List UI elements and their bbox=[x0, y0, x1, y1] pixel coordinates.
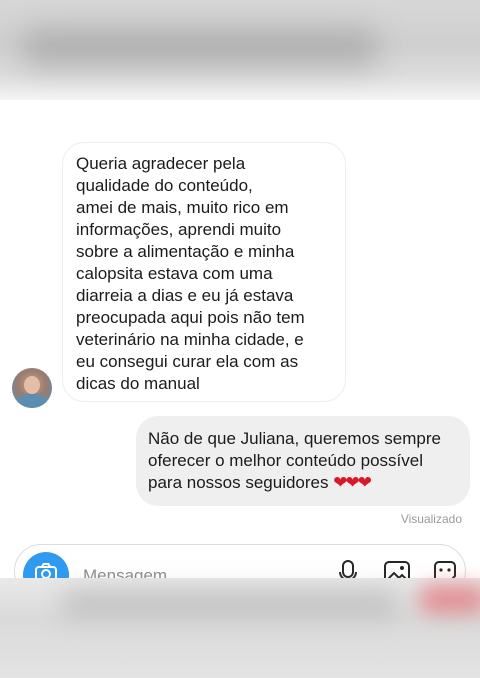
composer-bar bbox=[14, 544, 466, 578]
message-line: calopsita estava com uma bbox=[76, 264, 273, 283]
sticker-icon[interactable] bbox=[431, 559, 459, 578]
microphone-icon[interactable] bbox=[337, 559, 359, 578]
sent-message-bubble[interactable]: Não de que Juliana, queremos sempre ofer… bbox=[136, 416, 470, 506]
footer-blur-smudge bbox=[60, 588, 400, 618]
message-line: informações, aprendi muito bbox=[76, 220, 282, 239]
camera-button[interactable] bbox=[23, 552, 69, 578]
message-line: qualidade do conteúdo, bbox=[76, 176, 253, 195]
avatar-shirt bbox=[16, 394, 48, 408]
image-icon[interactable] bbox=[383, 559, 411, 578]
message-line: diarreia a dias e eu já estava bbox=[76, 286, 294, 305]
message-line: oferecer o melhor conteúdo possível bbox=[148, 451, 423, 470]
message-line: eu consegui curar ela com as bbox=[76, 352, 299, 371]
message-line: sobre a alimentação e minha bbox=[76, 242, 295, 261]
message-line: Não de que Juliana, queremos sempre bbox=[148, 429, 441, 448]
message-line: veterinário na minha cidade, e bbox=[76, 330, 304, 349]
message-line: dicas do manual bbox=[76, 374, 200, 393]
message-line: Queria agradecer pela bbox=[76, 154, 246, 173]
avatar-face bbox=[24, 376, 40, 394]
message-line: preocupada aqui pois não tem bbox=[76, 308, 305, 327]
message-composer bbox=[14, 544, 466, 578]
camera-icon bbox=[35, 563, 57, 578]
message-input[interactable] bbox=[83, 565, 303, 578]
heart-emoji: ❤❤❤ bbox=[333, 473, 372, 492]
message-text: para nossos seguidores bbox=[148, 473, 329, 492]
seen-status: Visualizado bbox=[400, 512, 462, 526]
blurred-footer bbox=[0, 578, 480, 678]
blurred-header bbox=[0, 0, 480, 100]
message-line-with-emoji: para nossos seguidores ❤❤❤ bbox=[148, 472, 458, 494]
received-message-bubble[interactable]: Queria agradecer pela qualidade do conte… bbox=[62, 142, 346, 402]
avatar[interactable] bbox=[12, 368, 52, 408]
message-line: amei de mais, muito rico em bbox=[76, 198, 289, 217]
footer-red-smudge bbox=[418, 584, 480, 614]
header-blur-smudge bbox=[20, 28, 380, 68]
